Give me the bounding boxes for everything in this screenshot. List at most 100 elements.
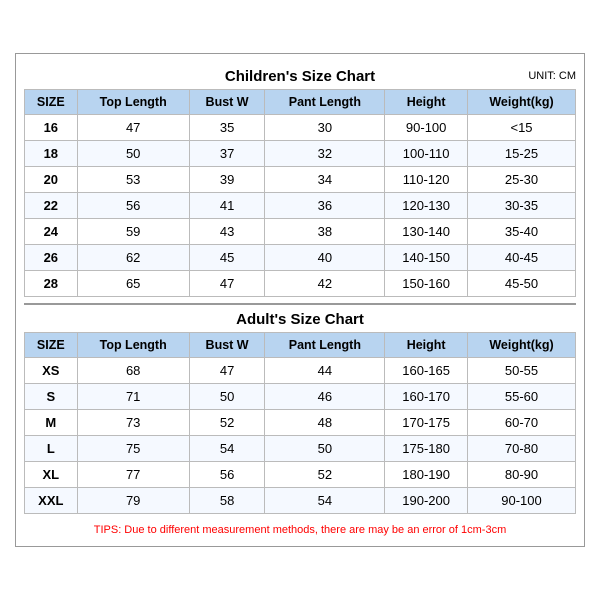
children-header-cell: Bust W — [189, 90, 265, 115]
table-cell: 40 — [265, 245, 385, 271]
table-cell: XXL — [25, 488, 78, 514]
children-header-cell: Weight(kg) — [468, 90, 576, 115]
table-cell: 70-80 — [468, 436, 576, 462]
table-row: 18503732100-11015-25 — [25, 141, 576, 167]
adult-title-text: Adult's Size Chart — [236, 311, 364, 328]
table-row: 1647353090-100<15 — [25, 115, 576, 141]
table-cell: 68 — [77, 358, 189, 384]
table-row: 22564136120-13030-35 — [25, 193, 576, 219]
table-cell: 18 — [25, 141, 78, 167]
adult-table: SIZETop LengthBust WPant LengthHeightWei… — [24, 332, 576, 514]
table-cell: 160-170 — [385, 384, 468, 410]
table-cell: XS — [25, 358, 78, 384]
table-cell: 140-150 — [385, 245, 468, 271]
table-row: S715046160-17055-60 — [25, 384, 576, 410]
table-cell: 54 — [265, 488, 385, 514]
table-cell: M — [25, 410, 78, 436]
table-cell: 30 — [265, 115, 385, 141]
table-cell: XL — [25, 462, 78, 488]
table-cell: 80-90 — [468, 462, 576, 488]
children-header-row: SIZETop LengthBust WPant LengthHeightWei… — [25, 90, 576, 115]
table-cell: 48 — [265, 410, 385, 436]
table-row: 20533934110-12025-30 — [25, 167, 576, 193]
table-cell: S — [25, 384, 78, 410]
table-cell: 38 — [265, 219, 385, 245]
table-cell: 47 — [189, 358, 265, 384]
table-cell: 175-180 — [385, 436, 468, 462]
table-cell: 110-120 — [385, 167, 468, 193]
table-cell: 90-100 — [468, 488, 576, 514]
table-cell: 52 — [189, 410, 265, 436]
adult-header-cell: SIZE — [25, 333, 78, 358]
table-cell: 39 — [189, 167, 265, 193]
table-cell: 20 — [25, 167, 78, 193]
table-cell: 34 — [265, 167, 385, 193]
table-cell: 50-55 — [468, 358, 576, 384]
table-cell: 79 — [77, 488, 189, 514]
table-cell: 28 — [25, 271, 78, 297]
table-cell: 65 — [77, 271, 189, 297]
table-cell: 42 — [265, 271, 385, 297]
table-cell: 170-175 — [385, 410, 468, 436]
table-cell: 50 — [189, 384, 265, 410]
table-cell: 40-45 — [468, 245, 576, 271]
table-row: XS684744160-16550-55 — [25, 358, 576, 384]
children-unit: UNIT: CM — [528, 70, 576, 82]
children-table-header: SIZETop LengthBust WPant LengthHeightWei… — [25, 90, 576, 115]
adult-title: Adult's Size Chart — [24, 303, 576, 332]
table-cell: 73 — [77, 410, 189, 436]
table-cell: 60-70 — [468, 410, 576, 436]
children-header-cell: Top Length — [77, 90, 189, 115]
table-cell: 37 — [189, 141, 265, 167]
table-cell: <15 — [468, 115, 576, 141]
table-cell: 36 — [265, 193, 385, 219]
table-cell: 32 — [265, 141, 385, 167]
table-cell: 130-140 — [385, 219, 468, 245]
table-row: 28654742150-16045-50 — [25, 271, 576, 297]
table-cell: 22 — [25, 193, 78, 219]
table-cell: 160-165 — [385, 358, 468, 384]
table-cell: 47 — [189, 271, 265, 297]
adult-header-cell: Pant Length — [265, 333, 385, 358]
table-cell: 41 — [189, 193, 265, 219]
children-table: SIZETop LengthBust WPant LengthHeightWei… — [24, 89, 576, 297]
table-cell: 35-40 — [468, 219, 576, 245]
size-chart-container: Children's Size Chart UNIT: CM SIZETop L… — [15, 53, 585, 547]
table-cell: 26 — [25, 245, 78, 271]
table-cell: 55-60 — [468, 384, 576, 410]
table-cell: 25-30 — [468, 167, 576, 193]
table-cell: 180-190 — [385, 462, 468, 488]
table-cell: 54 — [189, 436, 265, 462]
table-row: M735248170-17560-70 — [25, 410, 576, 436]
table-cell: 120-130 — [385, 193, 468, 219]
table-cell: 52 — [265, 462, 385, 488]
table-cell: 53 — [77, 167, 189, 193]
children-table-body: 1647353090-100<1518503732100-11015-25205… — [25, 115, 576, 297]
table-row: XXL795854190-20090-100 — [25, 488, 576, 514]
table-cell: 150-160 — [385, 271, 468, 297]
table-cell: 56 — [189, 462, 265, 488]
table-cell: 75 — [77, 436, 189, 462]
tips-text: TIPS: Due to different measurement metho… — [24, 520, 576, 538]
table-cell: 44 — [265, 358, 385, 384]
children-title: Children's Size Chart UNIT: CM — [24, 62, 576, 89]
table-cell: 190-200 — [385, 488, 468, 514]
adult-header-cell: Bust W — [189, 333, 265, 358]
children-header-cell: Height — [385, 90, 468, 115]
table-cell: 47 — [77, 115, 189, 141]
table-cell: 71 — [77, 384, 189, 410]
table-cell: 50 — [265, 436, 385, 462]
adult-header-cell: Weight(kg) — [468, 333, 576, 358]
table-row: XL775652180-19080-90 — [25, 462, 576, 488]
table-row: 24594338130-14035-40 — [25, 219, 576, 245]
table-cell: 90-100 — [385, 115, 468, 141]
adult-header-cell: Height — [385, 333, 468, 358]
table-cell: 100-110 — [385, 141, 468, 167]
table-cell: 62 — [77, 245, 189, 271]
table-cell: 50 — [77, 141, 189, 167]
table-cell: 59 — [77, 219, 189, 245]
table-cell: 45-50 — [468, 271, 576, 297]
table-row: 26624540140-15040-45 — [25, 245, 576, 271]
adult-table-header: SIZETop LengthBust WPant LengthHeightWei… — [25, 333, 576, 358]
table-cell: 56 — [77, 193, 189, 219]
